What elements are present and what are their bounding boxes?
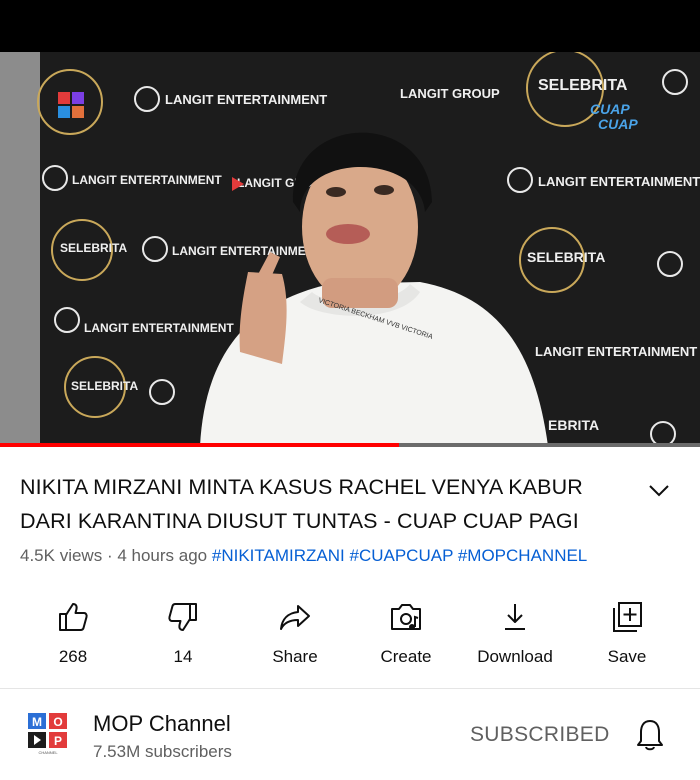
svg-text:CUAP: CUAP xyxy=(590,101,630,117)
video-progress-bar[interactable] xyxy=(0,443,700,447)
video-progress-fill xyxy=(0,443,399,447)
hashtag-link[interactable]: #MOPCHANNEL xyxy=(458,546,587,565)
svg-text:O: O xyxy=(53,715,62,729)
svg-text:SELEBRITA: SELEBRITA xyxy=(71,379,138,393)
dislike-button[interactable]: 14 xyxy=(128,597,238,677)
notification-bell-button[interactable] xyxy=(632,717,668,753)
create-label: Create xyxy=(380,647,432,666)
svg-text:M: M xyxy=(32,715,42,729)
svg-text:SELEBRITA: SELEBRITA xyxy=(538,77,628,94)
share-icon xyxy=(280,605,310,630)
svg-text:LANGIT ENTERTAINMENT: LANGIT ENTERTAINMENT xyxy=(84,321,234,335)
svg-text:CHANNEL: CHANNEL xyxy=(38,750,58,755)
bell-icon xyxy=(637,720,663,751)
video-meta: 4.5K views · 4 hours ago #NIKITAMIRZANI … xyxy=(20,546,587,566)
hashtag-link[interactable]: #NIKITAMIRZANI xyxy=(212,546,345,565)
svg-text:SELEBRITA: SELEBRITA xyxy=(60,241,127,255)
dislike-count: 14 xyxy=(173,647,193,666)
video-player[interactable]: LANGIT ENTERTAINMENT LANGIT ENTERTAINMEN… xyxy=(0,52,700,446)
thumbs-down-icon xyxy=(168,603,197,631)
status-bar xyxy=(0,0,700,52)
hashtag-link[interactable]: #CUAPCUAP xyxy=(349,546,453,565)
svg-text:EBRITA: EBRITA xyxy=(548,417,599,433)
video-frame: LANGIT ENTERTAINMENT LANGIT ENTERTAINMEN… xyxy=(0,52,700,446)
video-title: NIKITA MIRZANI MINTA KASUS RACHEL VENYA … xyxy=(20,475,583,533)
svg-text:SELEBRITA: SELEBRITA xyxy=(527,249,605,265)
upload-age: 4 hours ago xyxy=(117,546,208,565)
download-icon xyxy=(505,604,525,630)
svg-text:LANGIT ENTERTAINMENT: LANGIT ENTERTAINMENT xyxy=(72,173,222,187)
action-bar: 268 14 Share Create Download Save xyxy=(0,597,700,677)
share-label: Share xyxy=(272,647,318,666)
svg-text:LANGIT ENTERTAINMENT: LANGIT ENTERTAINMENT xyxy=(535,344,697,359)
create-icon xyxy=(391,604,421,630)
channel-avatar[interactable]: M O P CHANNEL xyxy=(28,713,68,755)
meta-separator: · xyxy=(106,546,113,565)
svg-text:P: P xyxy=(54,734,62,748)
like-count: 268 xyxy=(58,647,88,666)
mop-channel-logo-icon: M O P CHANNEL xyxy=(28,713,67,755)
save-button[interactable]: Save xyxy=(572,597,682,677)
thumbs-up-icon xyxy=(59,603,88,631)
create-button[interactable]: Create xyxy=(351,597,461,677)
channel-row[interactable]: M O P CHANNEL MOP Channel 7.53M subscrib… xyxy=(0,689,700,780)
share-button[interactable]: Share xyxy=(240,597,350,677)
channel-name[interactable]: MOP Channel xyxy=(93,711,231,737)
like-button[interactable]: 268 xyxy=(18,597,128,677)
svg-text:LANGIT ENTERTAINMENT: LANGIT ENTERTAINMENT xyxy=(172,244,322,258)
download-label: Download xyxy=(477,647,553,666)
subscribed-button[interactable]: SUBSCRIBED xyxy=(470,723,610,747)
svg-text:LANGIT GROUP: LANGIT GROUP xyxy=(400,86,500,101)
save-label: Save xyxy=(607,647,647,666)
view-count: 4.5K views xyxy=(20,546,103,565)
save-playlist-icon xyxy=(613,602,642,632)
svg-text:CUAP: CUAP xyxy=(598,116,638,132)
chevron-down-icon xyxy=(649,485,669,497)
video-title-section[interactable]: NIKITA MIRZANI MINTA KASUS RACHEL VENYA … xyxy=(20,470,680,538)
download-button[interactable]: Download xyxy=(460,597,570,677)
subscriber-count: 7.53M subscribers xyxy=(93,742,232,761)
svg-text:LANGIT ENTERTAINMENT: LANGIT ENTERTAINMENT xyxy=(165,92,327,107)
expand-description-button[interactable] xyxy=(644,476,674,506)
svg-text:LANGIT ENTERTAINMENT: LANGIT ENTERTAINMENT xyxy=(538,174,700,189)
